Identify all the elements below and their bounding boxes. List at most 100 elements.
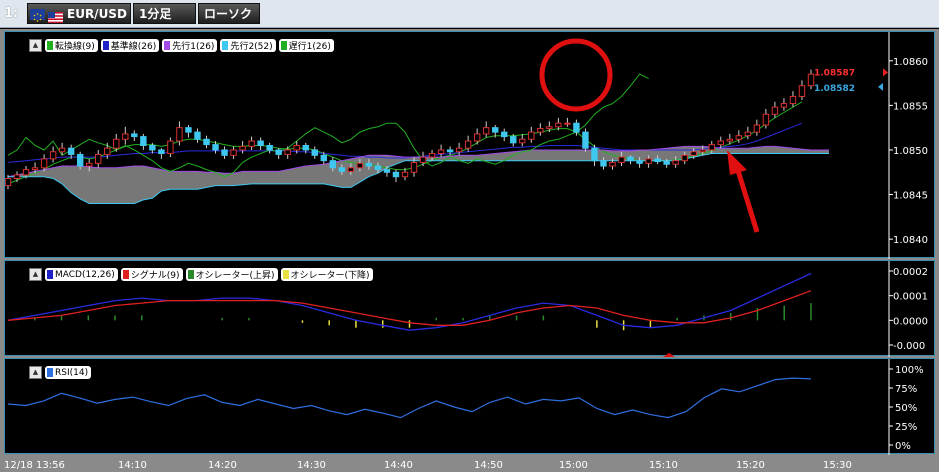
kijun-swatch: [102, 41, 109, 50]
legend-item[interactable]: 転換線(9): [45, 39, 98, 52]
legend-item[interactable]: シグナル(9): [120, 268, 183, 281]
candle-body: [771, 106, 779, 115]
timeframe-selector[interactable]: 1分足: [133, 3, 196, 24]
price-legend: ▲ 転換線(9) 基準線(26) 先行1(26) 先行2(52) 遅行1(26): [29, 39, 334, 52]
legend-item[interactable]: 遅行1(26): [278, 39, 334, 52]
legend-label: 基準線(26): [110, 42, 157, 52]
candle-body: [564, 122, 571, 125]
chikou-line: [7, 73, 649, 178]
candle-body: [275, 149, 282, 155]
candle-body: [22, 169, 30, 176]
rsi-tick-label: 50%: [895, 403, 917, 414]
candle-body: [726, 138, 734, 142]
candle-body: [555, 122, 562, 128]
candle-body: [437, 149, 445, 155]
candle-body: [798, 85, 806, 97]
senkou2-swatch: [222, 41, 229, 50]
candle-body: [744, 131, 752, 137]
candle-body: [248, 140, 255, 147]
candle-body: [645, 158, 652, 164]
candle-body: [492, 127, 499, 133]
symbol-selector[interactable]: EUR/USD: [27, 3, 131, 24]
candle-body: [311, 149, 318, 156]
candle-body: [185, 127, 192, 133]
time-tick-label: 15:20: [736, 460, 765, 471]
candle-body: [266, 145, 273, 151]
chart-toolbar: 1: EUR/USD 1分足 ローソク: [0, 0, 939, 28]
macd-tick-label: 0.0001: [893, 292, 928, 303]
time-axis: 12/18 13:56 14:10 14:20 14:30 14:40 14:50 15:0…: [4, 460, 852, 471]
legend-item[interactable]: RSI(14): [45, 366, 92, 379]
candle-body: [293, 145, 300, 151]
candle-body: [284, 149, 291, 155]
candle-body: [609, 161, 616, 167]
legend-item[interactable]: 先行1(26): [162, 39, 218, 52]
candle-body: [455, 147, 463, 153]
candle-body: [446, 149, 454, 153]
legend-item[interactable]: MACD(12,26): [45, 268, 118, 281]
chart-style-selector[interactable]: ローソク: [198, 3, 260, 24]
candle-body: [464, 140, 472, 149]
rsi-pane[interactable]: 100% 75% 50% 25% 0% ▲ RSI(14): [4, 358, 935, 455]
rsi-tick-label: 75%: [895, 384, 917, 395]
candle-body: [473, 133, 481, 142]
legend-label: オシレーター(下降): [290, 271, 370, 281]
collapse-price-pane-icon[interactable]: ▲: [29, 39, 42, 52]
candle-body: [546, 126, 553, 130]
candle-body: [302, 145, 309, 151]
legend-item[interactable]: オシレーター(上昇): [185, 268, 278, 281]
rsi-tick-label: 25%: [895, 422, 917, 433]
candle-body: [383, 169, 391, 173]
candle-body: [690, 151, 697, 156]
candle-body: [49, 151, 57, 160]
candle-body: [67, 147, 75, 155]
candle-body: [519, 138, 526, 144]
price-tick-label: 1.0845: [893, 191, 928, 202]
macd-tick-label: 0.0002: [893, 267, 928, 278]
legend-label: RSI(14): [55, 367, 89, 378]
candle-body: [76, 153, 84, 167]
candle-body: [149, 145, 156, 151]
price-tick-label: 1.0840: [893, 235, 928, 246]
candle-body: [113, 138, 120, 149]
collapse-macd-pane-icon[interactable]: ▲: [29, 268, 42, 281]
collapse-rsi-pane-icon[interactable]: ▲: [29, 366, 42, 379]
candle-body: [618, 156, 625, 163]
candle-body: [591, 147, 598, 162]
macd-pane[interactable]: 0.0002 0.0001 0.0000 -0.000 ▲ MACD(12,26) シグ…: [4, 260, 935, 357]
signal-swatch: [122, 270, 129, 279]
legend-item[interactable]: 基準線(26): [100, 39, 160, 52]
candle-body: [140, 136, 147, 147]
annotation-arrow: [733, 163, 760, 233]
legend-label: 先行2(52): [230, 42, 273, 52]
eu-flag-icon: [30, 9, 45, 22]
candle-body: [329, 160, 337, 169]
annotation-circle: [539, 38, 613, 112]
candle-body: [600, 160, 607, 167]
legend-item[interactable]: 先行2(52): [220, 39, 276, 52]
candle-body: [347, 167, 355, 172]
price-tick-label: 1.0850: [893, 146, 928, 157]
rsi-line: [7, 377, 812, 419]
candle-body: [627, 156, 634, 162]
candle-body: [104, 147, 111, 155]
candle-body: [85, 162, 93, 167]
time-tick-label: 14:50: [474, 460, 503, 471]
candle-body: [392, 171, 400, 178]
candle-body: [410, 161, 418, 173]
legend-item[interactable]: オシレーター(下降): [280, 268, 373, 281]
price-pane[interactable]: 1.0860 1.0855 1.0850 1.0845 1.0840 1.08587 1.0…: [4, 31, 935, 259]
macd-tick-label: -0.000: [893, 341, 925, 352]
candle-body: [131, 133, 138, 138]
candle-body: [780, 103, 788, 108]
legend-label: 転換線(9): [55, 42, 95, 52]
candle-body: [13, 174, 21, 180]
time-tick-label: 15:00: [559, 460, 588, 471]
legend-label: 遅行1(26): [288, 42, 331, 52]
ask-marker-icon: [883, 68, 888, 77]
chikou-swatch: [280, 41, 287, 50]
price-tick-label: 1.0860: [893, 57, 928, 68]
candle-body: [501, 131, 508, 138]
candle-body: [338, 167, 346, 172]
legend-label: オシレーター(上昇): [195, 271, 275, 281]
